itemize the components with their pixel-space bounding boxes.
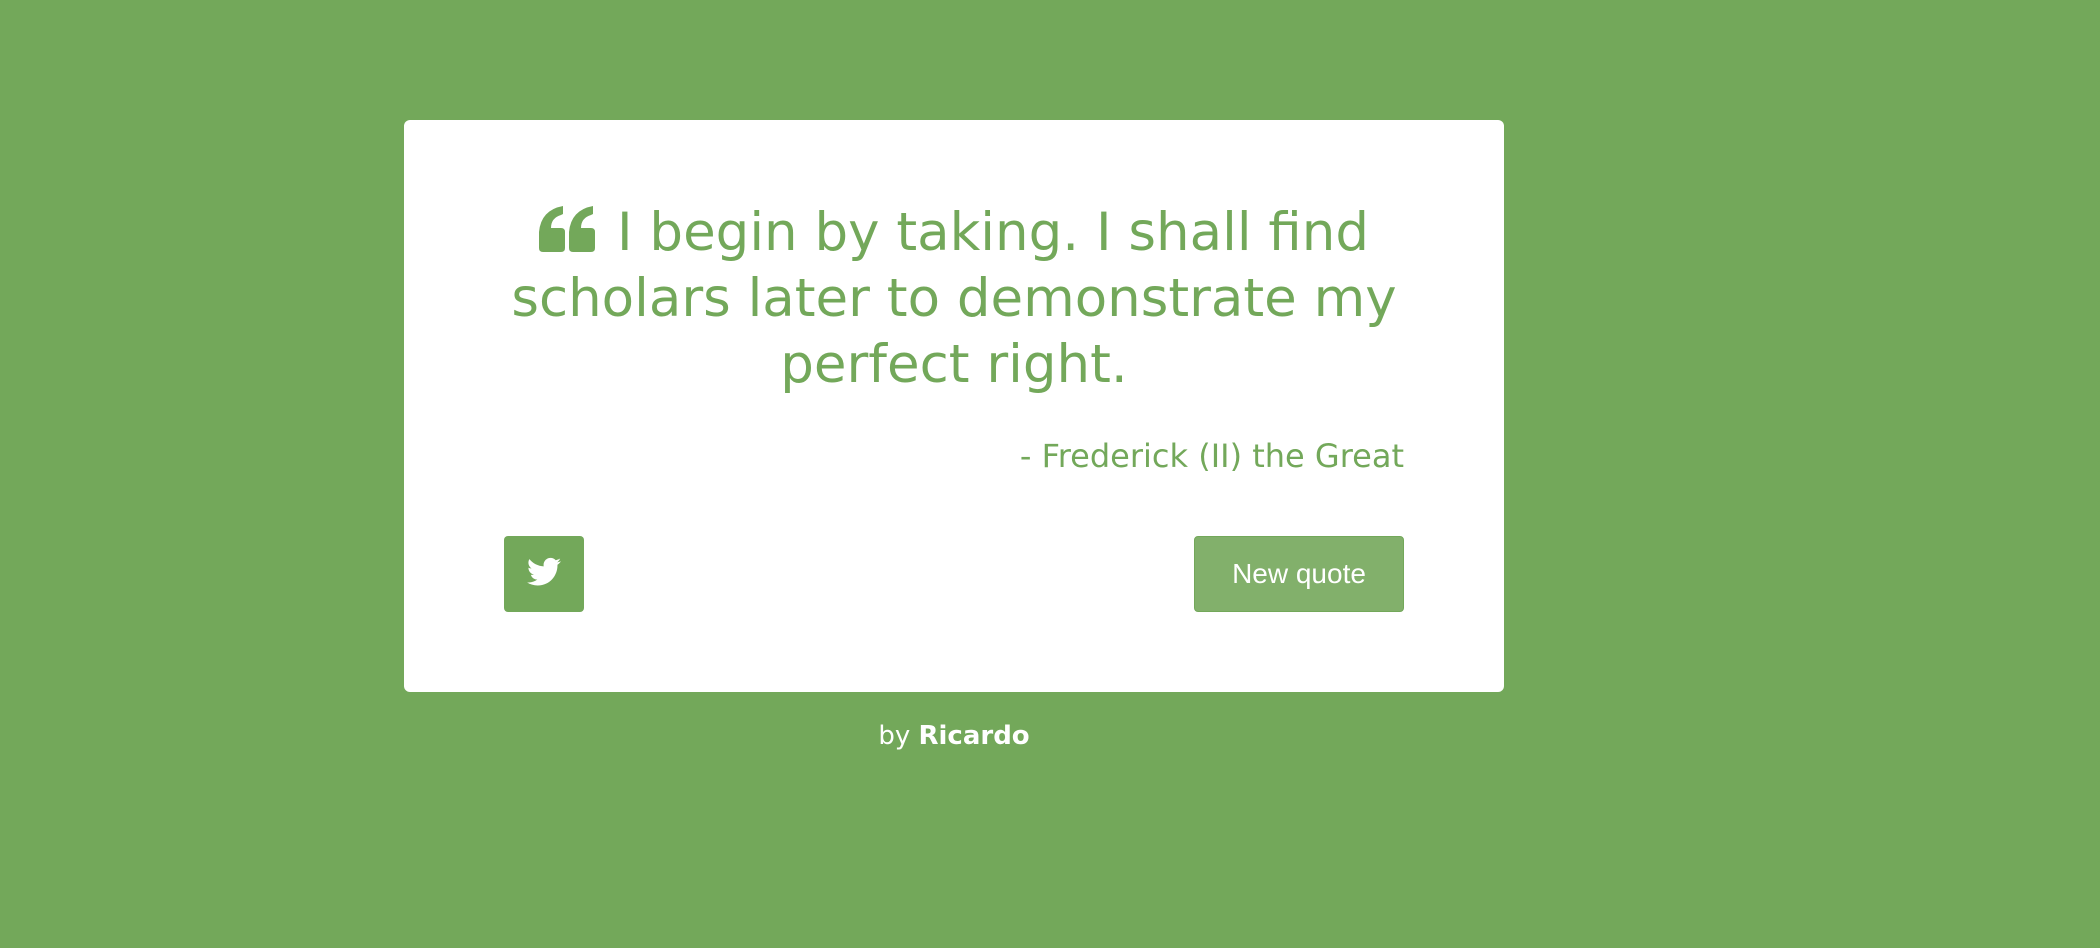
quote-text: I begin by taking. I shall find scholars… (511, 202, 1397, 395)
footer-author-name: Ricardo (918, 721, 1030, 751)
quote-text-block: I begin by taking. I shall find scholars… (504, 200, 1404, 398)
footer-prefix: by (878, 721, 911, 751)
twitter-icon (527, 557, 561, 591)
tweet-button[interactable] (504, 536, 584, 612)
new-quote-button[interactable]: New quote (1194, 536, 1404, 612)
footer-credit: by Ricardo (404, 718, 1504, 754)
quote-left-icon (538, 202, 595, 252)
quote-author: - Frederick (II) the Great (1019, 437, 1404, 475)
quote-card: I begin by taking. I shall find scholars… (404, 120, 1504, 692)
page: I begin by taking. I shall find scholars… (0, 0, 2100, 948)
